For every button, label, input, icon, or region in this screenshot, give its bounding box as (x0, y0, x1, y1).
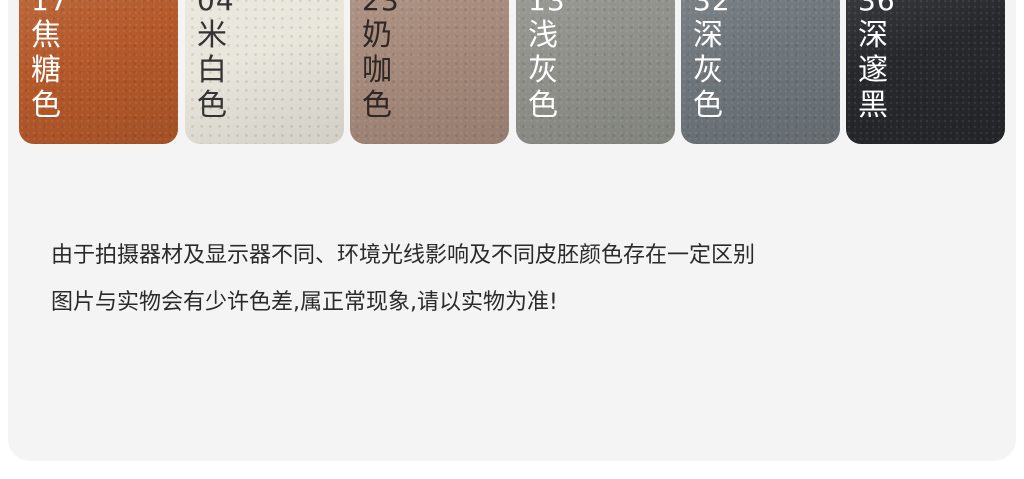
swatch-light-gray[interactable]: 13 浅灰色 (516, 0, 675, 144)
swatch-code: 17 (31, 0, 69, 17)
swatch-code: 32 (693, 0, 731, 17)
swatch-dark-gray[interactable]: 32 深灰色 (681, 0, 840, 144)
disclaimer-line-2: 图片与实物会有少许色差,属正常现象,请以实物为准! (51, 290, 558, 315)
swatch-name: 深灰色 (693, 18, 723, 123)
swatch-caramel[interactable]: 17 焦糖色 (19, 0, 178, 144)
swatch-name: 米白色 (197, 18, 227, 123)
disclaimer-line-1: 由于拍摄器材及显示器不同、环境光线影响及不同皮胚颜色存在一定区别 (51, 243, 756, 268)
swatch-name: 深邃黑 (858, 18, 888, 123)
color-options-card: 17 焦糖色 04 米白色 23 奶咖色 13 浅灰色 32 深灰色 36 深邃… (8, 0, 1016, 461)
color-disclaimer: 由于拍摄器材及显示器不同、环境光线影响及不同皮胚颜色存在一定区别 图片与实物会有… (51, 232, 981, 326)
swatch-deep-black[interactable]: 36 深邃黑 (846, 0, 1005, 144)
swatch-code: 13 (528, 0, 566, 17)
swatch-code: 36 (858, 0, 896, 17)
swatch-name: 焦糖色 (31, 18, 61, 123)
swatch-code: 04 (197, 0, 235, 17)
swatch-milk-coffee[interactable]: 23 奶咖色 (350, 0, 509, 144)
swatch-off-white[interactable]: 04 米白色 (185, 0, 344, 144)
swatch-name: 浅灰色 (528, 18, 558, 123)
swatch-name: 奶咖色 (362, 18, 392, 123)
swatch-code: 23 (362, 0, 400, 17)
swatch-row: 17 焦糖色 04 米白色 23 奶咖色 13 浅灰色 32 深灰色 36 深邃… (19, 0, 1005, 144)
